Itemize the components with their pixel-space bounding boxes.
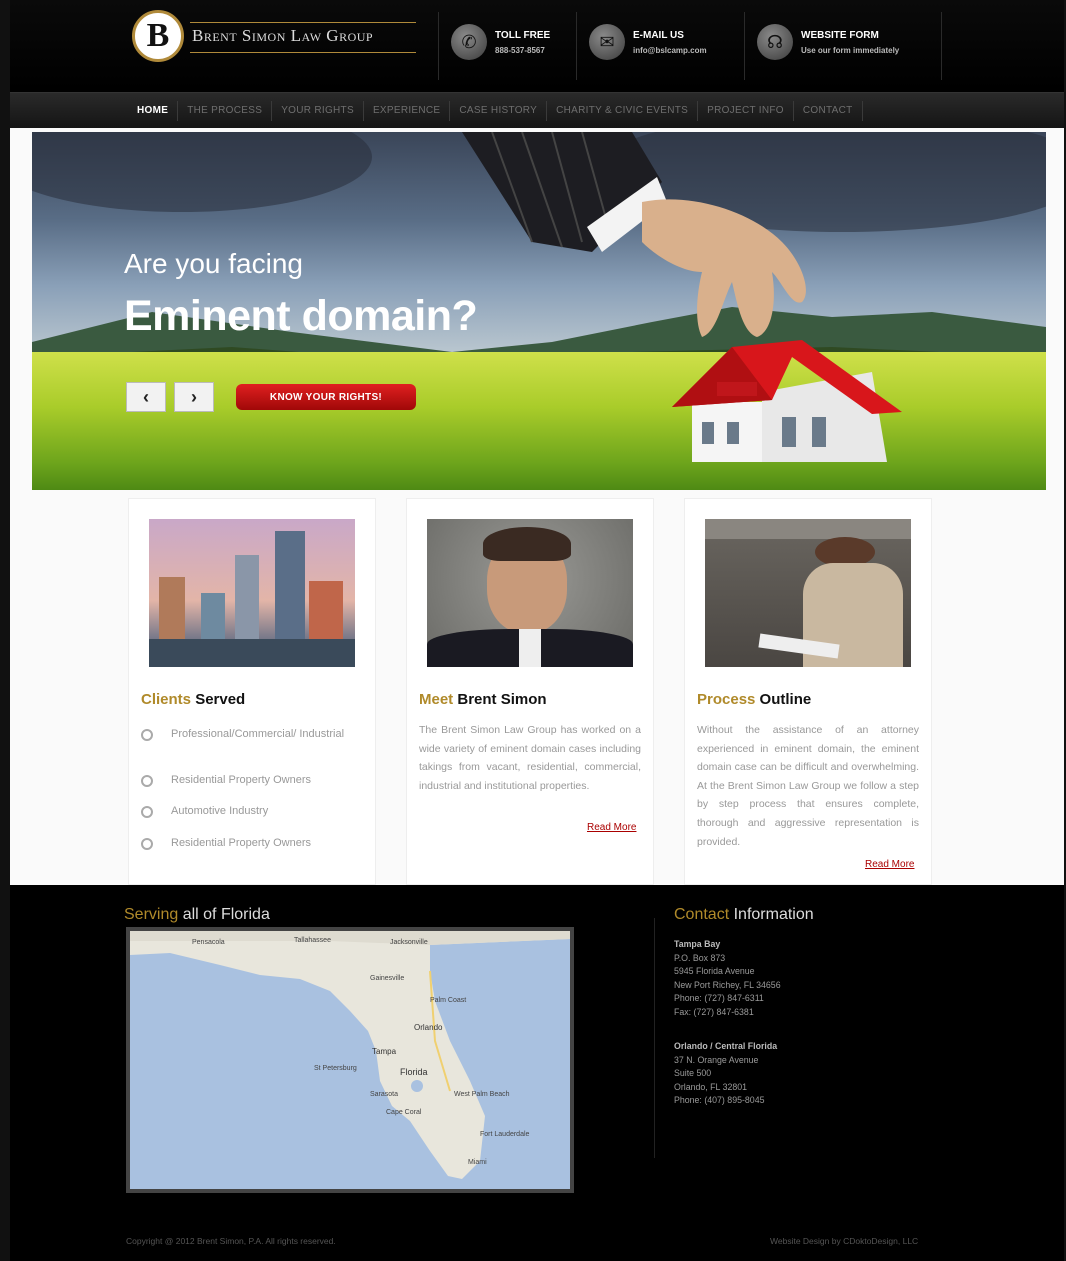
process-outline-text: Without the assistance of an attorney ex… xyxy=(697,724,919,848)
hero-title: Eminent domain? xyxy=(124,292,478,340)
meet-brent-simon-text: The Brent Simon Law Group has worked on … xyxy=(419,724,641,792)
map-label: Fort Lauderdale xyxy=(480,1131,530,1138)
process-photo-image xyxy=(705,519,911,667)
map-label: Florida xyxy=(400,1067,428,1077)
email-address: info@bslcamp.com xyxy=(633,46,707,55)
know-your-rights-button[interactable]: KNOW YOUR RIGHTS! xyxy=(236,384,416,410)
website-form-box[interactable]: ☊ WEBSITE FORM Use our form immediately xyxy=(744,12,942,80)
slider-next-button[interactable]: › xyxy=(174,382,214,412)
map-label: West Palm Beach xyxy=(454,1091,510,1098)
nav-your-rights[interactable]: YOUR RIGHTS xyxy=(272,101,364,121)
design-credit-link[interactable]: Website Design by CDoktoDesign, LLC xyxy=(770,1236,918,1246)
email-label: E-MAIL US xyxy=(633,30,684,41)
process-outline-title: Process Outline xyxy=(697,691,812,708)
office-orlando: Orlando / Central Florida 37 N. Orange A… xyxy=(674,1041,778,1105)
hero-slider: Are you facing Eminent domain? ‹ › KNOW … xyxy=(32,132,1046,490)
attorney-portrait-image xyxy=(427,519,633,667)
map-label: Palm Coast xyxy=(430,997,467,1004)
copyright-text: Copyright @ 2012 Brent Simon, P.A. All r… xyxy=(126,1236,336,1246)
nav-the-process[interactable]: THE PROCESS xyxy=(178,101,273,121)
map-label: Jacksonville xyxy=(390,939,428,946)
headset-icon: ☊ xyxy=(757,24,793,60)
map-label: Tampa xyxy=(372,1047,397,1056)
nav-case-history[interactable]: CASE HISTORY xyxy=(450,101,548,121)
meet-brent-simon-title: Meet Brent Simon xyxy=(419,691,547,708)
main-content: Are you facing Eminent domain? ‹ › KNOW … xyxy=(10,128,1064,885)
toll-free-label: TOLL FREE xyxy=(495,30,551,41)
map-label: Pensacola xyxy=(192,939,225,946)
map-label: Orlando xyxy=(414,1023,443,1032)
clients-served-card: Clients Served Professional/Commercial/ … xyxy=(128,498,376,885)
website-form-text: Use our form immediately xyxy=(801,46,900,55)
logo-rule xyxy=(190,22,416,23)
nav-project-info[interactable]: PROJECT INFO xyxy=(698,101,794,121)
meet-brent-simon-card: Meet Brent Simon The Brent Simon Law Gro… xyxy=(406,498,654,885)
map-label: Miami xyxy=(468,1159,487,1166)
toll-free-box[interactable]: ✆ TOLL FREE 888-537-8567 xyxy=(438,12,575,80)
office-tampa-bay: Tampa Bay P.O. Box 873 5945 Florida Aven… xyxy=(674,939,781,1017)
nav-contact[interactable]: CONTACT xyxy=(794,101,863,121)
process-read-more-link[interactable]: Read More xyxy=(865,859,914,870)
map-label: St Petersburg xyxy=(314,1065,357,1072)
bullet-icon xyxy=(141,838,153,850)
florida-map[interactable]: Pensacola Tallahassee Jacksonville Gaine… xyxy=(126,927,574,1193)
page: B Brent Simon Law Group ✆ TOLL FREE 888-… xyxy=(10,0,1064,1261)
process-outline-card: Process Outline Without the assistance o… xyxy=(684,498,932,885)
logo-mark: B xyxy=(132,10,184,62)
phone-icon: ✆ xyxy=(451,24,487,60)
map-label: Sarasota xyxy=(370,1091,399,1098)
map-label: Tallahassee xyxy=(294,937,331,944)
nav-experience[interactable]: EXPERIENCE xyxy=(364,101,451,121)
clients-served-title: Clients Served xyxy=(141,691,246,708)
mail-icon: ✉ xyxy=(589,24,625,60)
website-form-label: WEBSITE FORM xyxy=(801,30,879,41)
nav-charity-civic-events[interactable]: CHARITY & CIVIC EVENTS xyxy=(547,101,699,121)
florida-map-graphic xyxy=(130,931,570,1189)
bullet-icon xyxy=(141,729,153,741)
map-label: Gainesville xyxy=(370,975,405,982)
house-illustration xyxy=(672,340,902,462)
logo[interactable]: B Brent Simon Law Group xyxy=(128,8,418,68)
footer-divider xyxy=(654,918,655,1158)
nav-home[interactable]: HOME xyxy=(128,101,179,121)
site-header: B Brent Simon Law Group ✆ TOLL FREE 888-… xyxy=(10,0,1064,90)
bullet-icon xyxy=(141,806,153,818)
logo-rule xyxy=(190,52,416,53)
hero-subtitle: Are you facing xyxy=(124,248,303,279)
bullet-icon xyxy=(141,775,153,787)
map-label: Cape Coral xyxy=(386,1109,422,1116)
contact-title: Contact Information xyxy=(674,906,814,923)
serving-title: Serving all of Florida xyxy=(124,906,270,923)
slider-prev-button[interactable]: ‹ xyxy=(126,382,166,412)
meet-read-more-link[interactable]: Read More xyxy=(587,822,636,833)
toll-free-number: 888-537-8567 xyxy=(495,46,545,55)
main-nav: HOME THE PROCESS YOUR RIGHTS EXPERIENCE … xyxy=(10,92,1064,129)
logo-text: Brent Simon Law Group xyxy=(192,26,374,45)
city-skyline-image xyxy=(149,519,355,667)
email-box[interactable]: ✉ E-MAIL US info@bslcamp.com xyxy=(576,12,743,80)
